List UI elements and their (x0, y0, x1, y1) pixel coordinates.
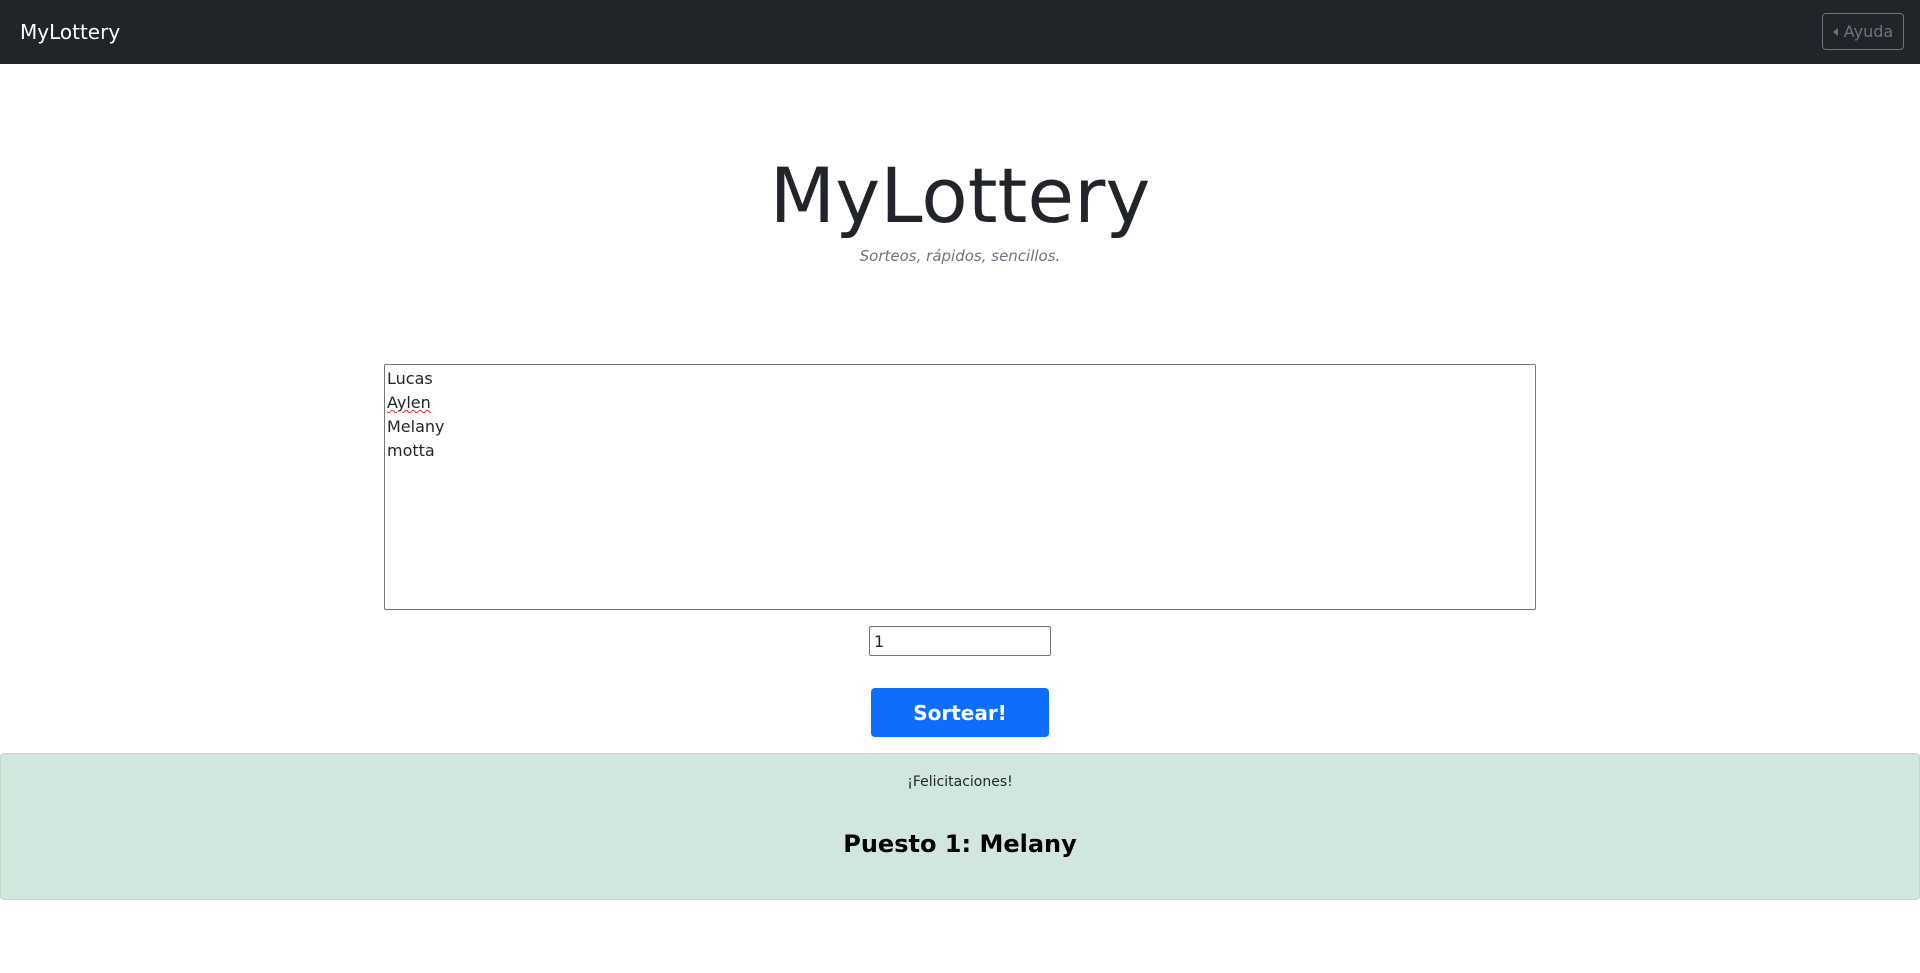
result-alert: ¡Felicitaciones! Puesto 1: Melany (0, 753, 1920, 900)
winners-count-input[interactable] (869, 626, 1051, 656)
help-button-label: Ayuda (1843, 22, 1894, 41)
participant-line: Melany (387, 417, 445, 436)
page-title: MyLottery (769, 151, 1151, 240)
caret-left-icon (1832, 27, 1838, 36)
winner-text: Puesto 1: Melany (843, 830, 1077, 858)
top-navbar: MyLottery Ayuda (0, 0, 1920, 64)
navbar-brand[interactable]: MyLottery (20, 20, 120, 44)
participant-line: Aylen (387, 391, 1533, 415)
participants-textarea[interactable]: Lucas Aylen Melany motta (384, 364, 1536, 610)
participant-line: motta (387, 441, 435, 460)
page-subtitle: Sorteos, rápidos, sencillos. (859, 247, 1061, 265)
help-button[interactable]: Ayuda (1822, 13, 1904, 50)
participant-line: Lucas (387, 369, 433, 388)
participant-name-misspelled: Aylen (387, 393, 431, 412)
congrats-text: ¡Felicitaciones! (907, 774, 1013, 790)
draw-button[interactable]: Sortear! (871, 688, 1049, 737)
